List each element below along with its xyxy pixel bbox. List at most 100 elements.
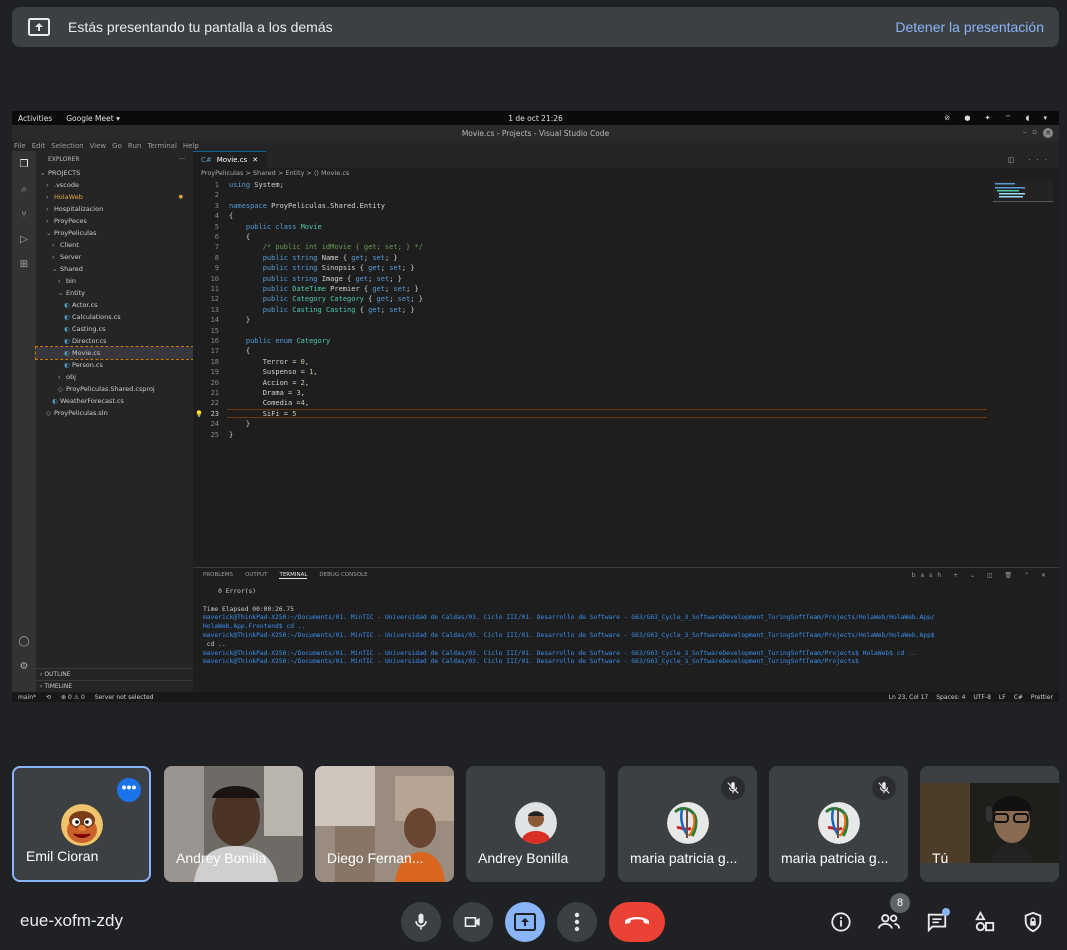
code-line: /* public int idMovie { get; set; } */ [229,243,423,252]
participant-tile[interactable]: Andrey Bonilla [164,766,303,882]
close-tab-icon: ✕ [252,156,259,164]
editor-tabs: C# Movie.cs ✕ ◫ ··· [193,151,1059,168]
meeting-details-button[interactable] [827,908,855,936]
activities-shapes-icon [975,911,995,932]
more-options-button[interactable] [557,902,597,942]
status-item: LF [998,693,1006,701]
line-number: 17 [210,347,219,356]
line-number: 5 [214,222,219,231]
terminal-line: cd .. [203,640,226,648]
explorer-item-label: PROJECTS [48,169,81,177]
chevron-icon: ⌄ [58,289,64,297]
participant-tile[interactable]: ••• Emil Cioran [12,766,151,882]
code-line: } [229,316,251,325]
participant-name: Emil Cioran [26,848,99,864]
participant-tile[interactable]: Andrey Bonilla [466,766,605,882]
participant-name: Andrey Bonilla [478,850,569,866]
menu-item-edit: Edit [31,142,46,150]
terminal-line: Time Elapsed 00:00:26.75 [203,605,294,613]
line-number: 14 [210,316,219,325]
vscode-body: ❐ ⌕ ⑂ ▷ ⊞ ◯ ⚙ EXPLORER ··· ⌄ PROJECTS › .vs… [12,151,1059,692]
tab-movie-cs: C# Movie.cs ✕ [193,151,267,168]
explorer-item-label: obj [66,373,76,381]
explorer-item-label: Server [60,253,82,261]
leave-call-button[interactable] [609,902,665,942]
code-line: public string Sinopsis { get; set; } [262,264,415,273]
panel-tab-output: OUTPUT [245,572,268,578]
minimize-icon: – [1022,128,1027,136]
terminal-line: 0 Error(s) [203,588,257,595]
menu-item-file: File [14,142,26,150]
present-screen-icon [28,18,50,36]
present-now-button[interactable] [505,902,545,942]
camera-icon [464,917,480,927]
presenting-message: Estás presentando tu pantalla a los demá… [68,19,333,35]
explorer-file: ◇ ProyPeliculas.sln [36,407,193,419]
avatar [817,802,860,844]
tile-more-options-button[interactable]: ••• [117,778,141,802]
panel-tab-debug-console: DEBUG CONSOLE [319,572,368,578]
participant-tile[interactable]: maria patricia g... [769,766,908,882]
chevron-icon: ⌄ [52,265,58,273]
line-number: 15 [210,326,219,335]
more-icon: ··· [179,155,185,163]
avatar [666,802,709,844]
explorer-title: EXPLORER [48,155,80,163]
code-line: { [229,233,251,241]
explorer-item-label: Shared [60,265,83,273]
participant-tile[interactable]: Tú [920,766,1059,882]
app-menu-label: Google Meet ▾ [66,113,120,123]
activity-bar: ❐ ⌕ ⑂ ▷ ⊞ ◯ ⚙ [12,151,36,692]
csharp-file-icon: ◐ [52,397,58,405]
participant-name: Tú [932,850,949,866]
explorer-sidebar: EXPLORER ··· ⌄ PROJECTS › .vscode › HolaWeb ● ›… [35,151,194,692]
participant-tile[interactable]: maria patricia g... [618,766,757,882]
run-debug-icon: ▷ [20,234,28,245]
explorer-folder: ⌄ Entity [36,287,193,299]
menu-item-selection: Selection [51,142,84,150]
line-number: 22 [210,399,219,408]
chevron-icon: › [46,217,49,225]
close-window-icon: ✕ [1043,128,1053,138]
breadcrumb: ProyPeliculas > Shared > Entity > ⟨⟩ Mov… [201,169,350,177]
code-line: SiFi = 5 [229,409,297,418]
line-number: 13 [210,305,219,314]
file-tree: ⌄ PROJECTS › .vscode › HolaWeb ● › Hospitalizaci… [35,167,194,419]
terminal-line: maverick@ThinkPad-X250:~/Documents/01. M… [203,658,859,666]
line-number: 6 [214,233,219,241]
line-number: 16 [210,337,219,345]
settings-gear-icon: ⚙ [19,661,29,672]
explorer-item-label: ProyPeces [54,217,87,225]
meeting-code: eue-xofm-zdy [20,911,123,930]
csharp-file-icon: ◐ [64,325,70,333]
system-tray-icons: ⊘ ● ✦ ⌔ ◖ ▾ [944,113,1053,122]
line-number: 12 [210,295,219,304]
explorer-file: ◐ WeatherForecast.cs [36,395,193,407]
sync-icon: ⟲ [46,693,52,701]
explorer-file: ◐ Actor.cs [36,299,193,311]
microphone-button[interactable] [401,902,441,942]
participant-tile[interactable]: Diego Fernan... [315,766,454,882]
explorer-folder: › ProyPeces [36,215,193,227]
host-controls-button[interactable] [1019,908,1047,936]
explorer-header: EXPLORER ··· [36,151,193,167]
code-line: public Casting Casting { get; set; } [262,305,415,314]
line-number: 2 [214,191,219,200]
extensions-icon: ⊞ [19,259,29,270]
code-line: using System; [229,181,284,189]
line-number: 18 [210,357,219,366]
minimap [993,181,1053,203]
chat-notification-dot [942,908,950,916]
file-icon: ◇ [46,409,51,417]
current-line-highlight [227,408,987,418]
explorer-item-label: bin [66,277,77,285]
stop-presenting-button[interactable]: Detener la presentación [895,19,1044,35]
explorer-item-label: Movie.cs [72,349,101,357]
status-item: C# [1013,693,1023,701]
activities-button[interactable] [971,908,999,936]
outline-section: › OUTLINE [36,668,193,680]
code-line: Comedia =4, [229,399,310,408]
camera-button[interactable] [453,902,493,942]
line-number: 8 [214,253,219,262]
line-number: 11 [210,285,219,293]
